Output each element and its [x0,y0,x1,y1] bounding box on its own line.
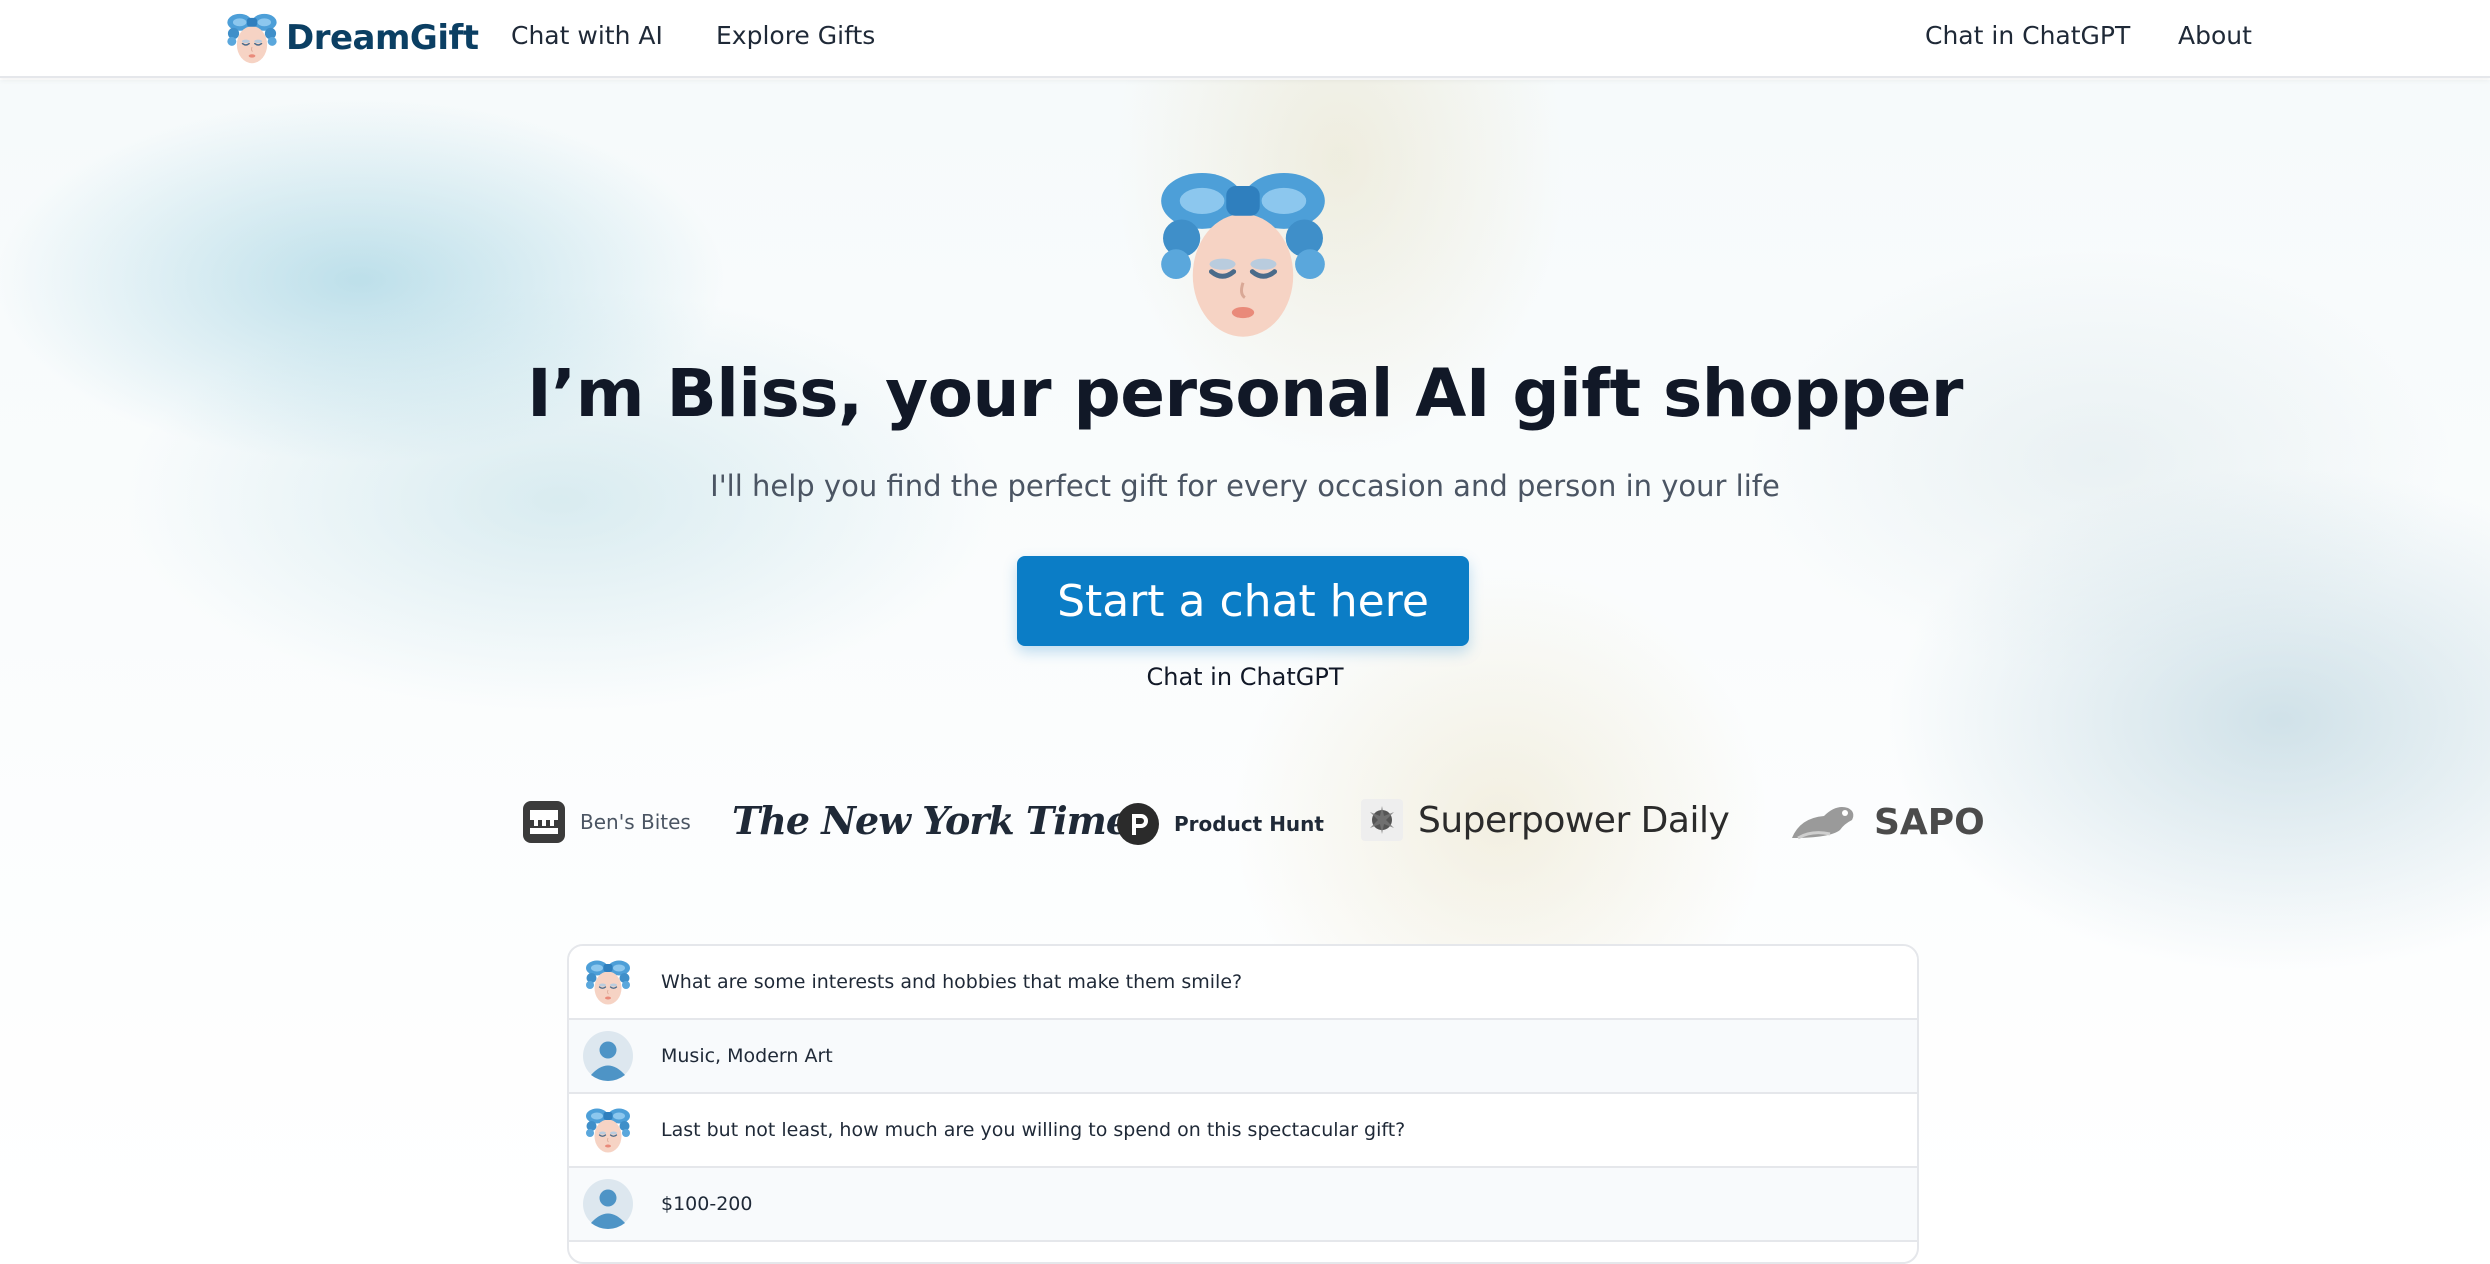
press-sapo: SAPO [1790,800,1985,844]
press-logos: Ben's Bites The New York Times Product H… [0,780,2490,880]
superpower-daily-icon [1361,799,1403,841]
user-avatar-icon [583,1030,633,1082]
chat-message-text: Last but not least, how much are you wil… [661,1119,1406,1141]
chat-message-text: What are some interests and hobbies that… [661,971,1243,993]
chat-preview-card: What are some interests and hobbies that… [567,944,1919,1264]
hero-title: I’m Bliss, your personal AI gift shopper [527,355,1963,432]
bliss-avatar-icon [583,1104,633,1156]
nav-chat-in-chatgpt[interactable]: Chat in ChatGPT [1925,20,2130,52]
top-navbar: DreamGift Chat with AI Explore Gifts Cha… [0,0,2490,78]
chat-message-bot: What are some interests and hobbies that… [569,946,1917,1020]
hero-subtitle: I'll help you find the perfect gift for … [710,469,1780,503]
chat-message-bot: Last but not least, how much are you wil… [569,1094,1917,1168]
bens-bites-label: Ben's Bites [580,810,691,834]
sapo-frog-icon [1792,807,1854,840]
bliss-avatar-icon [583,956,633,1008]
press-bens-bites: Ben's Bites [522,800,691,844]
start-chat-button[interactable]: Start a chat here [1017,556,1469,646]
brand-logo-link[interactable]: DreamGift [224,6,479,70]
chat-message-text: $100-200 [661,1193,753,1215]
press-product-hunt: Product Hunt [1116,802,1324,846]
user-avatar-icon [583,1178,633,1230]
press-superpower-daily: Superpower Daily [1360,798,1730,842]
nav-about[interactable]: About [2178,20,2252,52]
nyt-label: The New York Times [732,798,1150,843]
bens-bites-icon [523,801,565,843]
nav-explore-gifts[interactable]: Explore Gifts [716,20,875,52]
sapo-label: SAPO [1874,801,1985,843]
chat-message-text: Music, Modern Art [661,1045,833,1067]
chat-in-chatgpt-link[interactable]: Chat in ChatGPT [0,660,2490,694]
bliss-avatar-icon [1150,160,1336,346]
product-hunt-icon [1117,803,1159,845]
press-nyt: The New York Times [732,798,1150,843]
chat-message-user: Music, Modern Art [569,1020,1917,1094]
nav-chat-with-ai[interactable]: Chat with AI [511,20,663,52]
product-hunt-label: Product Hunt [1174,812,1324,836]
superpower-daily-label: Superpower Daily [1418,799,1730,841]
bliss-logo-icon [224,8,280,68]
brand-name: DreamGift [286,18,479,58]
